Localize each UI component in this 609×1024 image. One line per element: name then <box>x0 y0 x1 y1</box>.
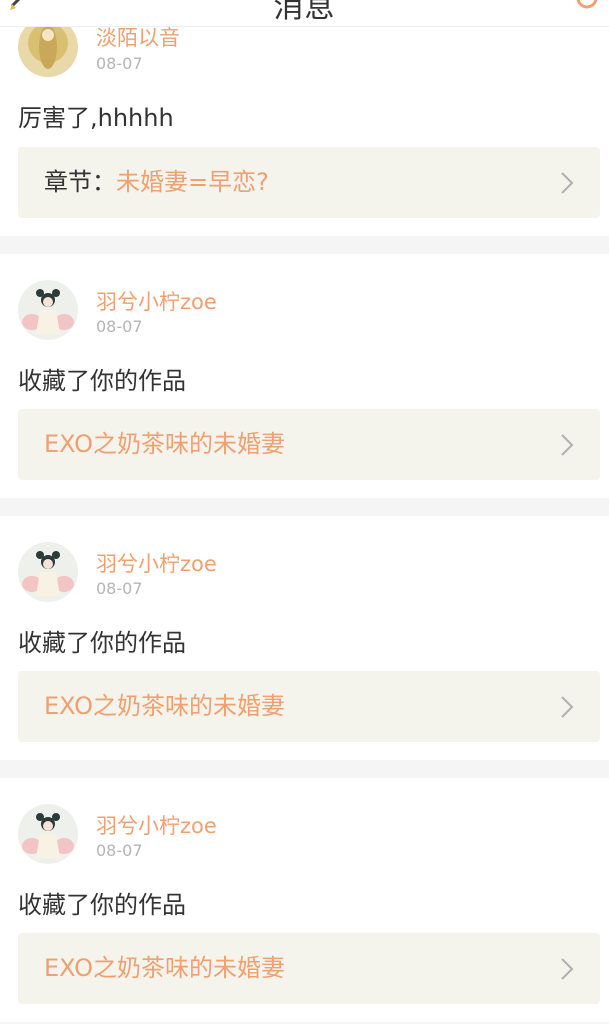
link-title: EXO之奶茶味的未婚妻 <box>44 692 285 720</box>
user-avatar[interactable] <box>18 542 78 602</box>
link-title: EXO之奶茶味的未婚妻 <box>44 430 285 458</box>
chevron-right-icon <box>561 172 574 194</box>
girl-avatar-icon <box>18 280 78 340</box>
user-name[interactable]: 羽兮小柠zoe <box>96 286 217 316</box>
timestamp: 08-07 <box>96 841 143 860</box>
work-link[interactable]: EXO之奶茶味的未婚妻 <box>18 933 600 1004</box>
chapter-link[interactable]: 章节：未婚妻=早恋? <box>18 147 600 218</box>
notification-message: 厉害了,hhhhh <box>18 104 174 132</box>
link-title: EXO之奶茶味的未婚妻 <box>44 954 285 982</box>
girl-avatar-icon <box>18 542 78 602</box>
notification-card: 淡陌以音 08-07 厉害了,hhhhh 章节：未婚妻=早恋? <box>0 0 609 236</box>
chevron-right-icon <box>561 958 574 980</box>
timestamp: 08-07 <box>96 317 143 336</box>
notification-card: 羽兮小柠zoe 08-07 收藏了你的作品 EXO之奶茶味的未婚妻 <box>0 254 609 498</box>
timestamp: 08-07 <box>96 54 143 73</box>
work-link[interactable]: EXO之奶茶味的未婚妻 <box>18 409 600 480</box>
timestamp: 08-07 <box>96 579 143 598</box>
user-name[interactable]: 羽兮小柠zoe <box>96 810 217 840</box>
settings-icon[interactable] <box>575 0 599 10</box>
girl-avatar-icon <box>18 804 78 864</box>
user-avatar[interactable] <box>18 804 78 864</box>
work-link[interactable]: EXO之奶茶味的未婚妻 <box>18 671 600 742</box>
user-name[interactable]: 羽兮小柠zoe <box>96 548 217 578</box>
notification-message: 收藏了你的作品 <box>18 891 186 919</box>
header-bar: 消息 <box>0 0 609 27</box>
link-title: 未婚妻=早恋? <box>116 168 269 196</box>
user-avatar[interactable] <box>18 280 78 340</box>
link-prefix: 章节： <box>44 168 116 196</box>
notification-message: 收藏了你的作品 <box>18 367 186 395</box>
page-title: 消息 <box>273 0 336 25</box>
notification-card: 羽兮小柠zoe 08-07 收藏了你的作品 EXO之奶茶味的未婚妻 <box>0 778 609 1022</box>
chevron-right-icon <box>561 434 574 456</box>
notification-message: 收藏了你的作品 <box>18 629 186 657</box>
chevron-right-icon <box>561 696 574 718</box>
notification-card: 羽兮小柠zoe 08-07 收藏了你的作品 EXO之奶茶味的未婚妻 <box>0 516 609 760</box>
